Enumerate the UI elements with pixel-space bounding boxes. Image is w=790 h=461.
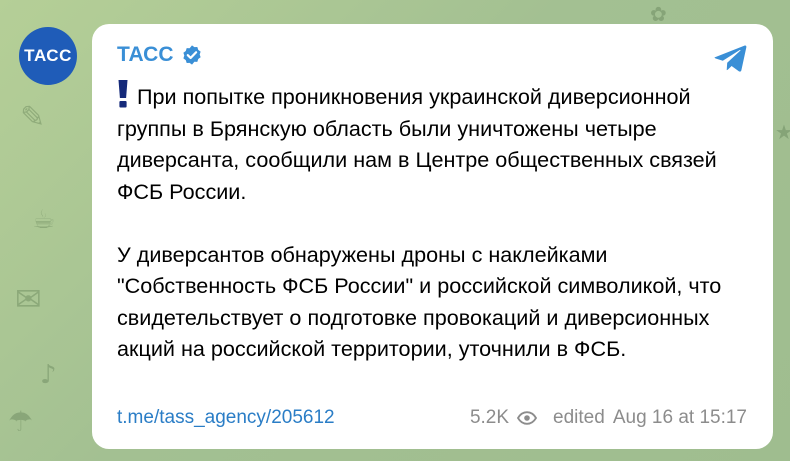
- view-count: 5.2K: [469, 407, 510, 428]
- message-bubble: ТАСС При попытке проникновения украинско…: [92, 24, 773, 449]
- message-text: При попытке проникновения украинской див…: [117, 79, 753, 365]
- share-button[interactable]: [713, 44, 747, 72]
- wallpaper-doodle: ☕: [32, 205, 56, 235]
- channel-avatar[interactable]: ТАСС: [19, 27, 77, 85]
- post-link[interactable]: t.me/tass_agency/205612: [117, 407, 335, 429]
- verified-badge-icon: [181, 44, 203, 66]
- message-header: ТАСС: [117, 40, 203, 70]
- message-timestamp: Aug 16 at 15:17: [612, 407, 747, 428]
- message-footer: t.me/tass_agency/205612 5.2K edited Aug …: [117, 403, 747, 433]
- eye-icon: [517, 411, 538, 425]
- exclamation-mark-icon: [118, 80, 128, 108]
- wallpaper-doodle: ✎: [20, 100, 46, 135]
- message-paragraph-text: У диверсантов обнаружены дроны с наклейк…: [117, 241, 722, 362]
- message-meta: 5.2K edited Aug 16 at 15:17: [470, 407, 747, 429]
- telegram-share-icon: [714, 45, 747, 72]
- message-paragraph: При попытке проникновения украинской див…: [117, 79, 753, 207]
- wallpaper-doodle: ✉: [15, 280, 42, 318]
- wallpaper-doodle: ★: [775, 120, 790, 144]
- wallpaper-doodle: ☂: [8, 405, 34, 438]
- avatar-label: ТАСС: [24, 46, 72, 65]
- edited-label: edited: [553, 407, 605, 428]
- message-paragraph: У диверсантов обнаружены дроны с наклейк…: [117, 239, 753, 365]
- message-paragraph-text: При попытке проникновения украинской див…: [117, 84, 717, 204]
- wallpaper-doodle: ♪: [40, 360, 57, 390]
- wallpaper-doodle: ✿: [650, 2, 667, 26]
- channel-name[interactable]: ТАСС: [117, 43, 173, 67]
